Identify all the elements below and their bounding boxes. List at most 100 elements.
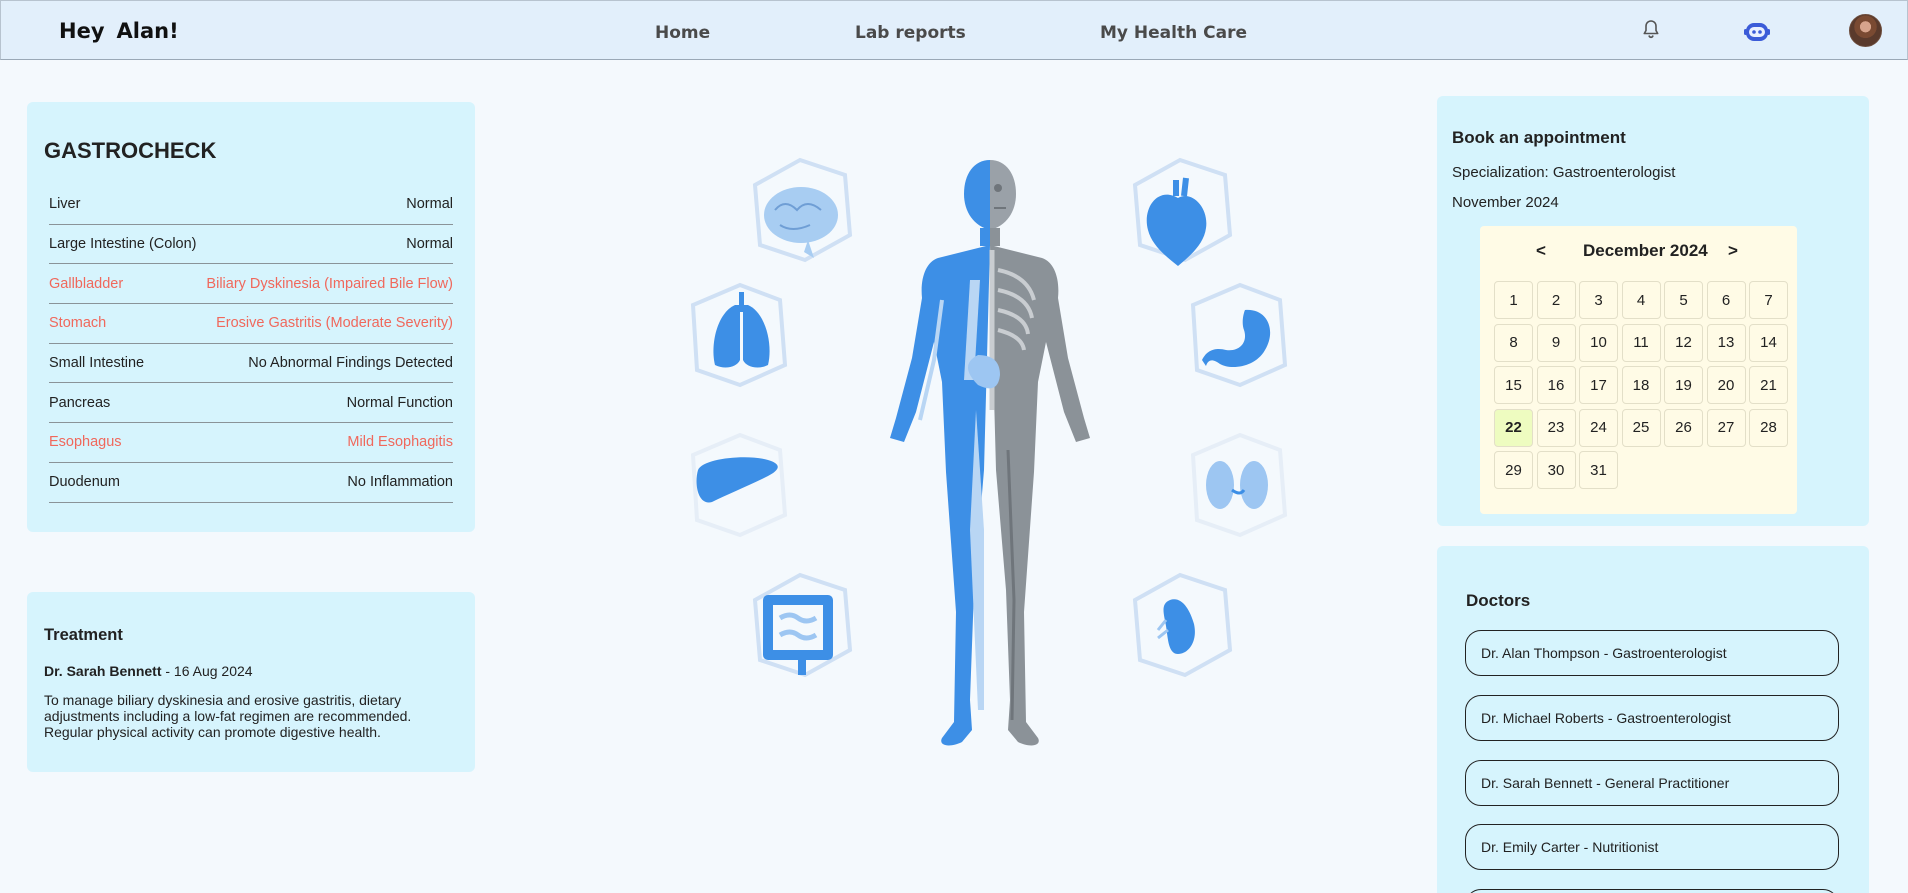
calendar-day[interactable]: 14 (1749, 323, 1788, 362)
treatment-card: Treatment Dr. Sarah Bennett - 16 Aug 202… (27, 592, 475, 772)
calendar-day[interactable]: 1 (1494, 281, 1533, 319)
doctor-item[interactable]: Dr. Sarah Bennett - General Practitioner (1465, 760, 1839, 806)
organ-result: Erosive Gastritis (Moderate Severity) (216, 315, 453, 332)
nav-link-home[interactable]: Home (655, 23, 710, 43)
body-anatomy-figure (690, 157, 1288, 746)
gastro-row: Stomach Erosive Gastritis (Moderate Sever… (49, 304, 453, 344)
calendar: < December 2024 > 1 2 3 4 5 6 7 8 9 10 11 12 13 14 15 1… (1480, 226, 1797, 514)
liver-icon[interactable] (690, 432, 788, 538)
organ-result: Normal (406, 236, 453, 253)
calendar-day[interactable]: 23 (1536, 408, 1576, 447)
gastro-row: Small Intestine No Abnormal Findings Dete… (49, 344, 453, 384)
calendar-day[interactable]: 8 (1494, 323, 1533, 362)
treatment-meta: Dr. Sarah Bennett - 16 Aug 2024 (44, 663, 253, 679)
doctor-item[interactable]: Dr. Alan Thompson - Gastroenterologist (1465, 630, 1839, 676)
calendar-day[interactable]: 25 (1621, 408, 1661, 447)
treatment-title: Treatment (44, 626, 123, 644)
human-body-icon[interactable] (890, 160, 1090, 746)
calendar-grid: 1 2 3 4 5 6 7 8 9 10 11 12 13 14 15 16 17 18 19 20 21 22 23 24 2… (1494, 281, 1788, 489)
gastrocheck-list: Liver Normal Large Intestine (Colon) Normal… (49, 185, 453, 503)
greeting-prefix: Hey (59, 19, 105, 43)
calendar-header: < December 2024 > (1480, 241, 1797, 265)
organ-name: Esophagus (49, 434, 122, 451)
heart-icon[interactable] (1132, 157, 1233, 266)
calendar-day[interactable]: 15 (1494, 366, 1533, 404)
doctors-title: Doctors (1466, 591, 1531, 610)
organ-result: Biliary Dyskinesia (Impaired Bile Flow) (206, 275, 453, 292)
specialization-label: Specialization: Gastroenterologist (1452, 164, 1676, 181)
calendar-day[interactable]: 26 (1664, 408, 1703, 447)
calendar-day[interactable]: 22 (1494, 408, 1533, 447)
calendar-next-button[interactable]: > (1728, 241, 1738, 261)
calendar-prev-button[interactable]: < (1536, 241, 1546, 261)
month-label: November 2024 (1452, 194, 1559, 211)
calendar-title: December 2024 (1583, 241, 1708, 260)
stomach-icon[interactable] (1190, 282, 1288, 388)
organ-result: Normal (406, 196, 453, 213)
doctor-item[interactable]: Dr. Emily Carter - Nutritionist (1465, 824, 1839, 870)
calendar-day[interactable]: 13 (1706, 323, 1746, 362)
avatar[interactable] (1849, 14, 1882, 47)
nav-link-lab-reports[interactable]: Lab reports (855, 23, 966, 43)
organ-name: Large Intestine (Colon) (49, 236, 197, 253)
appointment-card: Book an appointment Specialization: Gast… (1437, 96, 1869, 526)
pancreas-icon[interactable] (1132, 572, 1233, 678)
calendar-day[interactable]: 21 (1749, 366, 1788, 404)
calendar-day[interactable]: 6 (1706, 281, 1746, 319)
organ-name: Pancreas (49, 394, 111, 411)
gastrocheck-title: GASTROCHECK (44, 138, 217, 163)
gastro-row: Liver Normal (49, 185, 453, 225)
top-nav: Hey Alan! Home Lab reports My Health Care (0, 0, 1908, 60)
chatbot-icon[interactable] (1743, 18, 1771, 46)
calendar-day[interactable]: 29 (1494, 451, 1533, 489)
calendar-day[interactable]: 30 (1536, 451, 1576, 489)
organ-name: Gallbladder (49, 275, 124, 292)
calendar-day[interactable]: 19 (1664, 366, 1703, 404)
gastro-row: Pancreas Normal Function (49, 383, 453, 424)
greeting: Hey Alan! (59, 19, 179, 43)
appointment-title: Book an appointment (1452, 128, 1626, 147)
calendar-day[interactable]: 27 (1706, 408, 1746, 447)
organ-result: Normal Function (346, 394, 453, 411)
doctor-item-partial[interactable] (1465, 889, 1839, 893)
organ-name: Small Intestine (49, 355, 145, 372)
organ-result: Mild Esophagitis (347, 434, 453, 451)
calendar-day[interactable]: 4 (1621, 281, 1661, 319)
treatment-doctor: Dr. Sarah Bennett (44, 663, 162, 679)
calendar-day[interactable]: 2 (1536, 281, 1576, 319)
gastro-row: Duodenum No Inflammation (49, 463, 453, 503)
organ-name: Stomach (49, 315, 107, 332)
calendar-day[interactable]: 18 (1621, 366, 1661, 404)
organ-result: No Abnormal Findings Detected (248, 355, 453, 372)
bell-icon[interactable] (1639, 18, 1663, 42)
calendar-day[interactable]: 20 (1706, 366, 1746, 404)
organ-name: Duodenum (49, 474, 120, 491)
calendar-day[interactable]: 24 (1579, 408, 1618, 447)
calendar-day[interactable]: 7 (1749, 281, 1788, 319)
calendar-day[interactable]: 31 (1579, 451, 1618, 489)
doctors-card: Doctors Dr. Alan Thompson - Gastroentero… (1437, 546, 1869, 893)
calendar-day[interactable]: 12 (1664, 323, 1703, 362)
calendar-day[interactable]: 17 (1579, 366, 1618, 404)
kidneys-icon[interactable] (1190, 432, 1288, 538)
gastro-row: Large Intestine (Colon) Normal (49, 225, 453, 265)
calendar-day[interactable]: 11 (1621, 323, 1661, 362)
gastrocheck-card: GASTROCHECK Liver Normal Large Intestine (… (27, 102, 475, 532)
brain-icon[interactable] (752, 157, 853, 263)
calendar-day[interactable]: 3 (1579, 281, 1618, 319)
gastro-row: Esophagus Mild Esophagitis (49, 423, 453, 463)
intestines-icon[interactable] (752, 572, 853, 678)
calendar-day[interactable]: 9 (1536, 323, 1576, 362)
organ-result: No Inflammation (347, 474, 453, 491)
nav-link-my-health-care[interactable]: My Health Care (1100, 23, 1247, 43)
greeting-name: Alan! (116, 19, 179, 43)
calendar-day[interactable]: 5 (1664, 281, 1703, 319)
gastro-row: Gallbladder Biliary Dyskinesia (Impaired … (49, 264, 453, 305)
treatment-date: - 16 Aug 2024 (161, 663, 253, 679)
doctor-item[interactable]: Dr. Michael Roberts - Gastroenterologist (1465, 695, 1839, 741)
lungs-icon[interactable] (690, 282, 788, 388)
calendar-day[interactable]: 28 (1749, 408, 1788, 447)
treatment-text: To manage biliary dyskinesia and erosive… (44, 692, 412, 740)
calendar-day[interactable]: 16 (1536, 366, 1576, 404)
calendar-day[interactable]: 10 (1579, 323, 1618, 362)
